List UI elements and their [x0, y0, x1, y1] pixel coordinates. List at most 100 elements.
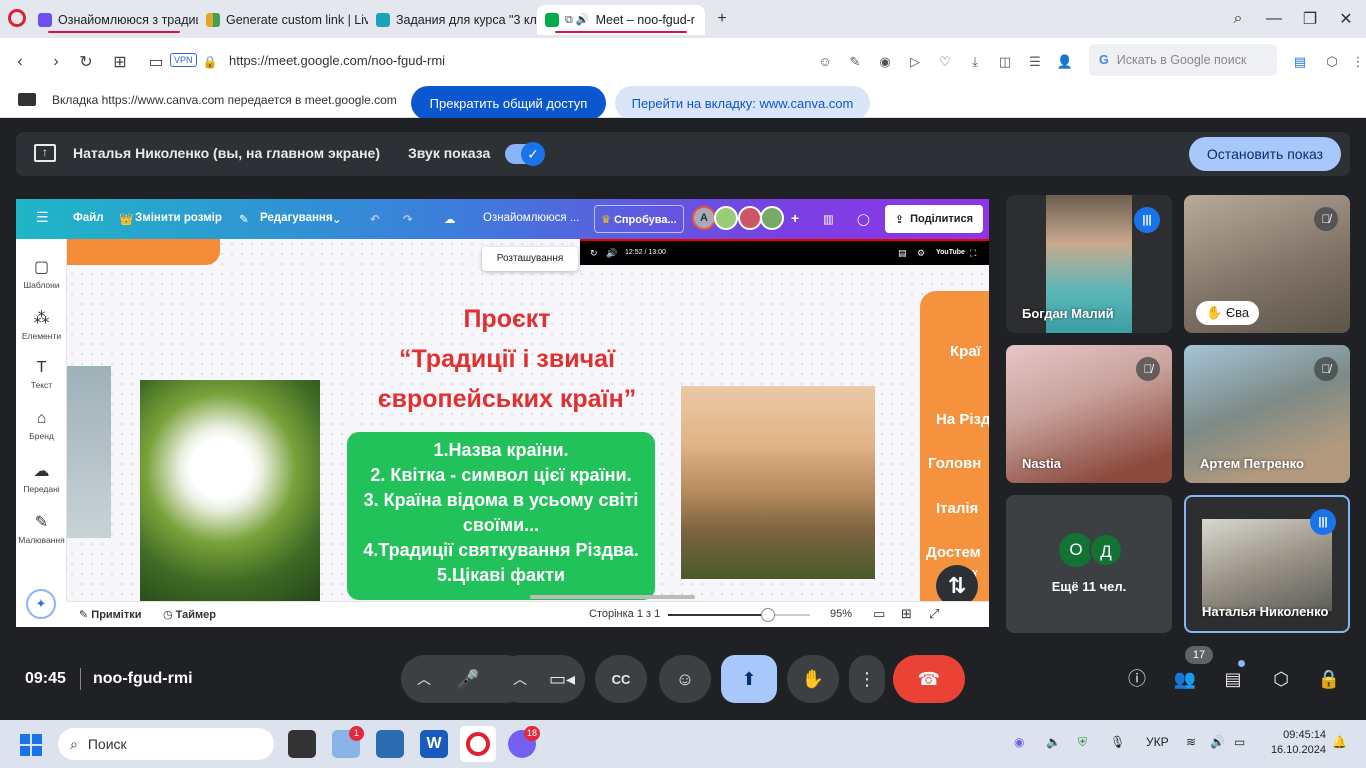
close-window-button[interactable]: ✕: [1334, 8, 1358, 30]
task-view-icon[interactable]: [288, 730, 316, 758]
fullscreen-icon[interactable]: ⛶: [970, 248, 976, 259]
embedded-video-bar[interactable]: ↻ 🔊 12:52 / 13:00 ▤ ⚙ YouTube ⛶: [580, 239, 989, 265]
cloud-saved-icon[interactable]: ☁: [444, 212, 456, 226]
timer-button[interactable]: ◷ Таймер: [163, 608, 216, 621]
project-plan-box[interactable]: 1.Назва країни. 2. Квітка - символ цієї …: [347, 432, 655, 600]
canva-canvas[interactable]: ↻ 🔊 12:52 / 13:00 ▤ ⚙ YouTube ⛶ Розташув…: [67, 239, 989, 607]
horizontal-scrollbar[interactable]: [530, 595, 695, 599]
volume-icon[interactable]: 🔊: [606, 248, 617, 259]
vpn-badge[interactable]: VPN: [170, 53, 197, 67]
url-field[interactable]: https://meet.google.com/noo-fgud-rmi: [229, 53, 445, 68]
page-view-icon[interactable]: ▭: [873, 606, 885, 622]
google-search-field[interactable]: G Искать в Google поиск: [1089, 44, 1277, 76]
insights-chart-icon[interactable]: ▥: [823, 212, 834, 226]
security-tray-icon[interactable]: ⛨: [1078, 735, 1087, 750]
participant-tile-natalia[interactable]: ||| Наталья Николенко: [1184, 495, 1350, 633]
tab-search-icon[interactable]: ⌕: [1226, 8, 1250, 30]
tabs-grid-icon[interactable]: ⊞: [108, 50, 132, 74]
taskbar-search[interactable]: ⌕ Поиск: [58, 728, 274, 760]
download-icon[interactable]: ⤓: [965, 52, 985, 72]
mic-tray-icon[interactable]: 🎙: [1110, 735, 1125, 749]
participant-tile-eva[interactable]: 🎙̸ ✋ Єва: [1184, 195, 1350, 333]
people-icon[interactable]: 👥: [1172, 666, 1198, 692]
share-audio-toggle[interactable]: ✓: [505, 142, 545, 166]
more-options-button[interactable]: ⋮: [849, 655, 885, 703]
present-now-button[interactable]: ⬆: [721, 655, 777, 703]
tab-course[interactable]: Задания для курса "3 кла: [368, 5, 536, 35]
tab-livelink[interactable]: Generate custom link | Liv: [198, 5, 368, 35]
zoom-slider-knob[interactable]: [760, 608, 775, 622]
tab-meet[interactable]: ⧉ 🔊 Meet – noo-fgud-r: [537, 5, 705, 35]
activities-icon[interactable]: ⬡: [1268, 666, 1294, 692]
sidebar-item-templates[interactable]: ▢ Шаблони: [16, 257, 67, 290]
microphone-icon[interactable]: 🎤: [457, 669, 479, 690]
magic-icon[interactable]: ✦: [26, 589, 56, 619]
heart-icon[interactable]: ♡: [935, 52, 955, 72]
chevron-down-icon[interactable]: ⌄: [332, 212, 342, 226]
chevron-up-icon[interactable]: ︿: [513, 669, 527, 689]
left-partial-image[interactable]: [67, 366, 111, 538]
profile-icon[interactable]: 👤: [1055, 52, 1075, 72]
stop-presenting-button[interactable]: Остановить показ: [1189, 137, 1341, 171]
collaborator-avatar[interactable]: A: [692, 206, 716, 230]
system-clock[interactable]: 09:45:14 16.10.2024: [1262, 728, 1326, 758]
notes-button[interactable]: ✎ Примітки: [79, 608, 142, 621]
raise-hand-button[interactable]: ✋: [787, 655, 839, 703]
tag-icon[interactable]: ◫: [995, 52, 1015, 72]
participant-tile-bogdan[interactable]: ||| Богдан Малий: [1006, 195, 1172, 333]
edit-icon[interactable]: ✎: [845, 52, 865, 72]
captions-button[interactable]: CC: [595, 655, 647, 703]
grid-view-icon[interactable]: ⊞: [901, 606, 912, 622]
canva-share-button[interactable]: ⇪ Поділитися: [885, 205, 983, 233]
sidebar-item-elements[interactable]: ⁂ Елементи: [16, 308, 67, 341]
canva-doc-title[interactable]: Ознайомлююся ...: [483, 212, 579, 224]
maximize-button[interactable]: ❐: [1298, 8, 1322, 30]
speaker-tray-icon[interactable]: 🔈: [1046, 735, 1061, 749]
windows-start-icon[interactable]: [20, 734, 42, 756]
rome-city-image[interactable]: [681, 386, 875, 579]
back-button[interactable]: ‹: [8, 50, 32, 74]
go-to-tab-button[interactable]: Перейти на вкладку: www.canva.com: [615, 86, 870, 120]
menu-lines-icon[interactable]: ☰: [1025, 52, 1045, 72]
minimize-button[interactable]: —: [1262, 8, 1286, 30]
redo-icon[interactable]: ↷: [403, 212, 413, 226]
extensions-icon[interactable]: ⬡: [1322, 52, 1342, 72]
wifi-icon[interactable]: ≋: [1186, 735, 1196, 749]
reload-button[interactable]: ↻: [74, 50, 98, 74]
word-icon[interactable]: W: [420, 730, 448, 758]
notification-bell-icon[interactable]: 🔔: [1332, 735, 1347, 749]
participant-tile-nastia[interactable]: 🎙̸ Nastia: [1006, 345, 1172, 483]
opera-logo-icon[interactable]: [8, 9, 26, 27]
slide-title[interactable]: Проєкт “Традиції і звичаї європейських к…: [317, 299, 697, 419]
snapshot-icon[interactable]: ◉: [875, 52, 895, 72]
stop-sharing-button[interactable]: Прекратить общий доступ: [411, 86, 606, 120]
camera-icon[interactable]: ▭◂: [549, 669, 575, 690]
opera-taskbar-icon[interactable]: [460, 726, 496, 762]
try-pro-button[interactable]: ♛ Спробува...: [594, 205, 684, 233]
lily-flower-image[interactable]: [140, 380, 320, 601]
undo-icon[interactable]: ↶: [370, 212, 380, 226]
canva-resize-menu[interactable]: Змінити розмір: [135, 212, 222, 224]
weather-widget-icon[interactable]: 1: [332, 726, 364, 758]
collaborator-avatar[interactable]: [760, 206, 784, 230]
canva-edit-menu[interactable]: Редагування: [260, 212, 333, 224]
chat-icon[interactable]: ▤: [1220, 666, 1246, 692]
camera-icon[interactable]: ▭: [144, 50, 168, 74]
wallet-icon[interactable]: ▤: [1290, 52, 1310, 72]
more-menu-icon[interactable]: ⋮: [1348, 52, 1366, 72]
new-tab-button[interactable]: +: [710, 8, 734, 30]
collaborator-avatar[interactable]: [714, 206, 738, 230]
meeting-info-icon[interactable]: ⓘ: [1124, 666, 1150, 692]
participant-tile-artem[interactable]: 🎙̸ Артем Петренко: [1184, 345, 1350, 483]
more-participants-tile[interactable]: O Д Ещё 11 чел.: [1006, 495, 1172, 633]
comment-icon[interactable]: ◯: [857, 212, 870, 226]
leave-call-button[interactable]: ☎: [893, 655, 965, 703]
canva-file-menu[interactable]: Файл: [73, 212, 104, 224]
volume-icon[interactable]: 🔊: [1210, 735, 1225, 749]
chevron-up-icon[interactable]: ︿: [417, 669, 431, 689]
settings-icon[interactable]: ⚙: [917, 248, 925, 259]
language-indicator[interactable]: УКР: [1146, 735, 1169, 749]
right-orange-panel[interactable]: Краї На Різд Головн Італія Достем краї: [920, 291, 989, 601]
emoji-icon[interactable]: ☺: [815, 52, 835, 72]
add-collaborator-icon[interactable]: +: [791, 210, 799, 226]
